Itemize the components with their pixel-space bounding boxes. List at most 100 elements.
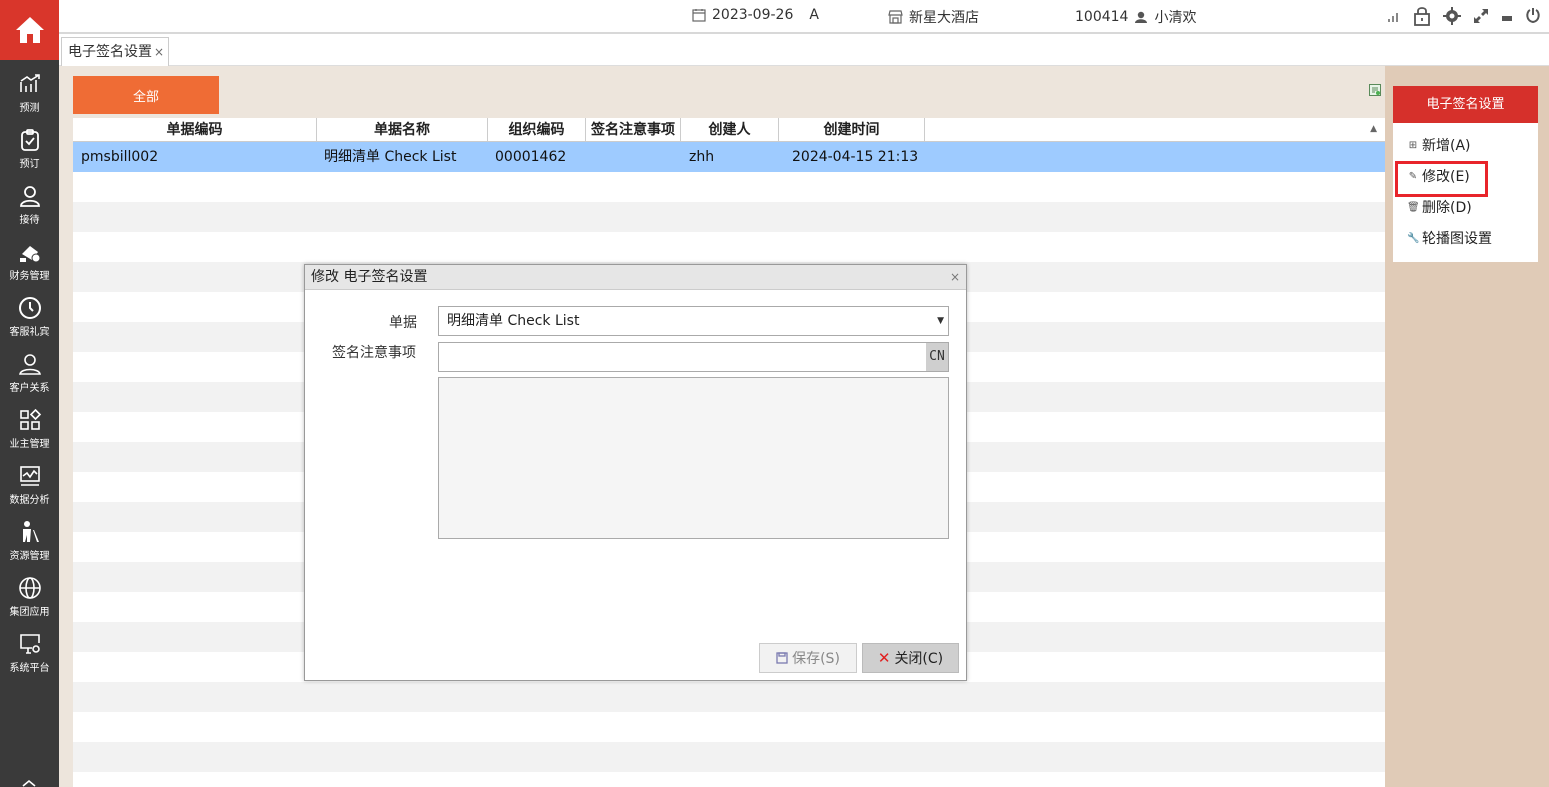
- column-header[interactable]: 组织编码: [488, 118, 586, 142]
- person-icon: [17, 183, 43, 209]
- fullscreen-icon[interactable]: [1473, 8, 1489, 24]
- nav-item-resource[interactable]: 资源管理: [0, 512, 59, 568]
- add-button[interactable]: ⊞ 新增(A): [1407, 133, 1471, 159]
- nav-label: 客户关系: [9, 382, 50, 394]
- cell-created-time: 2024-04-15 21:13: [792, 149, 919, 165]
- menu-label: 轮播图设置: [1422, 231, 1492, 247]
- user-info[interactable]: 100414 小清欢: [1075, 7, 1196, 27]
- top-actions: [1387, 6, 1541, 26]
- empty-row: [73, 202, 1385, 232]
- nav-label: 资源管理: [9, 550, 50, 562]
- nav-item-system[interactable]: 系统平台: [0, 624, 59, 680]
- edit-highlight-box: [1395, 161, 1488, 197]
- column-header[interactable]: 创建时间: [779, 118, 925, 142]
- left-nav: 预测 预订 接待 财务管理 客服礼宾 客户关系 业主管理 数据分析 资源管理 集…: [0, 0, 59, 787]
- trend-icon: [17, 71, 43, 97]
- chart-icon: [17, 463, 43, 489]
- grid-header: 单据编码 单据名称 组织编码 签名注意事项 创建人 创建时间 ▲: [73, 118, 1385, 142]
- people-icon: [17, 351, 43, 377]
- calendar-icon: [692, 9, 706, 22]
- plus-square-icon: ⊞: [1408, 140, 1418, 151]
- column-header[interactable]: 单据编码: [73, 118, 317, 142]
- trash-icon: 🗑: [1407, 202, 1420, 213]
- power-icon[interactable]: [1525, 7, 1541, 25]
- nav-item-concierge[interactable]: 客服礼宾: [0, 288, 59, 344]
- notes-input[interactable]: CN: [438, 342, 949, 372]
- table-row[interactable]: pmsbill002 明细清单 Check List 00001462 zhh …: [73, 142, 1385, 172]
- chevron-up-icon[interactable]: [20, 778, 38, 787]
- signal-icon: [1388, 13, 1398, 22]
- nav-item-crm[interactable]: 客户关系: [0, 344, 59, 400]
- nav-item-analytics[interactable]: 数据分析: [0, 456, 59, 512]
- nav-label: 数据分析: [9, 494, 50, 506]
- nav-item-owner[interactable]: 业主管理: [0, 400, 59, 456]
- tab-bar: 电子签名设置 ×: [59, 34, 1549, 66]
- grid-icon: [17, 407, 43, 433]
- store-icon: [888, 10, 903, 24]
- bill-select[interactable]: 明细清单 Check List ▼: [438, 306, 949, 336]
- close-button[interactable]: ✕ 关闭(C): [862, 643, 959, 673]
- globe-icon: [17, 575, 43, 601]
- notes-label: 签名注意事项: [332, 345, 416, 361]
- save-label: 保存(S): [792, 651, 840, 667]
- hotel-text: 新星大酒店: [909, 10, 979, 26]
- close-label: 关闭(C): [894, 651, 944, 667]
- chevron-down-icon: ▼: [937, 316, 944, 326]
- nav-item-group[interactable]: 集团应用: [0, 568, 59, 624]
- nav-item-reception[interactable]: 接待: [0, 176, 59, 232]
- date-text: 2023-09-26: [712, 7, 794, 23]
- panel-title: 电子签名设置: [1393, 86, 1538, 123]
- nav-label: 业主管理: [9, 438, 50, 450]
- save-icon: [776, 652, 788, 664]
- dialog-close-icon[interactable]: ×: [950, 265, 960, 290]
- save-button[interactable]: 保存(S): [759, 643, 857, 673]
- nav-item-finance[interactable]: 财务管理: [0, 232, 59, 288]
- dialog-title: 修改 电子签名设置: [305, 265, 966, 290]
- bill-select-value: 明细清单 Check List: [447, 313, 580, 329]
- user-id: 100414: [1075, 9, 1129, 25]
- column-header[interactable]: 创建人: [681, 118, 779, 142]
- nav-label: 系统平台: [9, 662, 50, 674]
- minimize-icon[interactable]: [1501, 10, 1513, 22]
- nav-item-forecast[interactable]: 预测: [0, 64, 59, 120]
- cell-org-code: 00001462: [495, 149, 567, 165]
- nav-label: 预订: [19, 158, 40, 170]
- column-header[interactable]: 签名注意事项: [586, 118, 681, 142]
- business-date: 2023-09-26 A: [692, 7, 819, 23]
- wrench-icon: 🔧: [1407, 233, 1420, 244]
- hotel-name[interactable]: 新星大酒店: [888, 7, 979, 27]
- nav-label: 财务管理: [9, 270, 50, 282]
- cleaner-icon: [17, 519, 43, 545]
- home-button[interactable]: [0, 0, 59, 60]
- carousel-settings-button[interactable]: 🔧 轮播图设置: [1407, 226, 1492, 252]
- nav-label: 集团应用: [9, 606, 50, 618]
- tab-e-signature[interactable]: 电子签名设置 ×: [61, 37, 170, 66]
- notes-textarea[interactable]: [438, 377, 949, 539]
- lock-icon[interactable]: [1413, 6, 1431, 26]
- gear-icon[interactable]: [1443, 7, 1461, 25]
- nav-label: 接待: [19, 214, 40, 226]
- monitor-gear-icon: [17, 631, 43, 657]
- export-excel-icon[interactable]: [1369, 84, 1381, 96]
- nav-label: 客服礼宾: [9, 326, 50, 338]
- tab-label: 电子签名设置: [68, 44, 152, 60]
- nav-item-reservation[interactable]: 预订: [0, 120, 59, 176]
- language-button[interactable]: CN: [926, 343, 948, 371]
- shift-text: A: [809, 7, 819, 23]
- empty-row: [73, 742, 1385, 772]
- menu-label: 新增(A): [1422, 138, 1471, 154]
- menu-label: 删除(D): [1422, 200, 1472, 216]
- tab-close-icon[interactable]: ×: [154, 45, 164, 59]
- finance-icon: [17, 239, 43, 265]
- filter-all-button[interactable]: 全部: [73, 76, 219, 114]
- home-icon: [15, 17, 44, 43]
- delete-button[interactable]: 🗑 删除(D): [1407, 195, 1472, 221]
- empty-row: [73, 682, 1385, 712]
- bill-label: 单据: [389, 315, 417, 331]
- top-bar: 2023-09-26 A 新星大酒店 100414 小清欢: [59, 0, 1549, 34]
- scroll-up-icon[interactable]: ▲: [1370, 124, 1377, 134]
- user-name: 小清欢: [1154, 10, 1197, 26]
- cell-bill-name: 明细清单 Check List: [324, 149, 457, 165]
- column-header[interactable]: 单据名称: [317, 118, 488, 142]
- cell-bill-code: pmsbill002: [81, 149, 159, 165]
